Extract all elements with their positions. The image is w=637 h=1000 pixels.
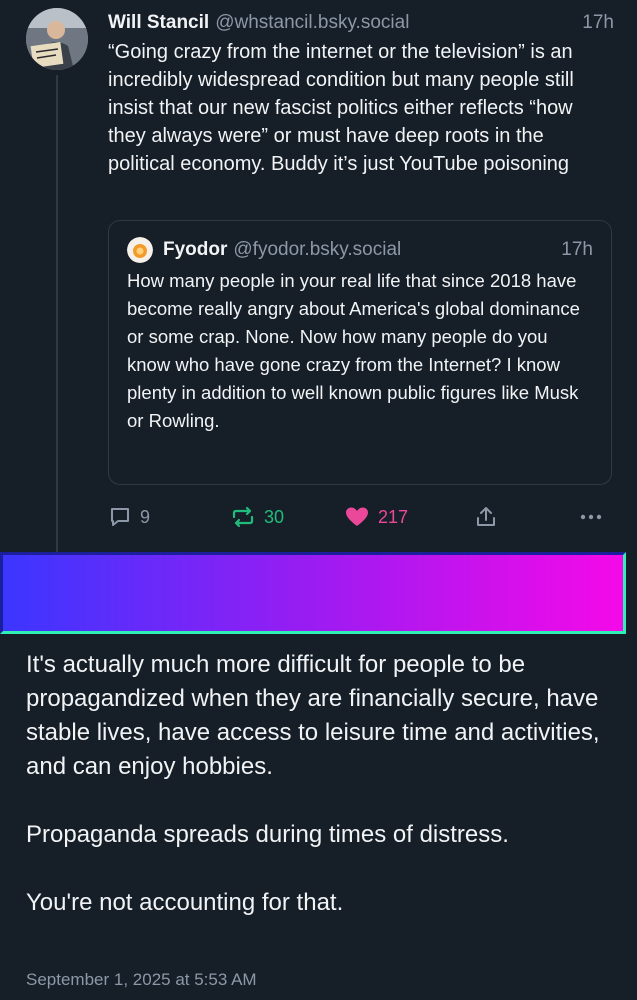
share-icon [477,507,495,526]
quote-avatar [127,237,153,263]
quote-time: 17h [561,239,593,260]
post[interactable]: Will Stancil @whstancil.bsky.social 17h … [108,10,614,178]
like-button[interactable]: 217 [344,500,408,534]
avatar[interactable] [26,8,88,70]
post-time: 17h [582,12,614,33]
thread-connector-line [56,75,58,553]
quote-header: Fyodor @fyodor.bsky.social 17h [127,237,593,263]
quote-text: How many people in your real life that s… [127,270,580,431]
more-options-button[interactable] [578,500,604,534]
post-actions: 9 30 217 [108,500,608,534]
like-count: 217 [378,506,409,527]
more-icon [580,514,602,520]
author-name[interactable]: Will Stancil [108,10,209,36]
reply-post-text: It's actually much more difficult for pe… [26,648,621,954]
reply-timestamp: September 1, 2025 at 5:53 AM [26,970,257,989]
reply-count: 9 [140,506,151,527]
author-handle[interactable]: @whstancil.bsky.social [215,10,409,36]
quote-author-name[interactable]: Fyodor [163,237,227,263]
share-button[interactable] [474,500,498,534]
reply-button[interactable]: 9 [108,500,150,534]
repost-icon [232,506,254,528]
avatar-photo [26,8,88,70]
reply-icon [111,508,129,526]
reply-paragraph: Propaganda spreads during times of distr… [26,821,509,848]
repost-button[interactable]: 30 [230,500,284,534]
gradient-banner [0,552,626,634]
reply-paragraph: It's actually much more difficult for pe… [26,651,600,780]
heart-icon [346,507,368,526]
post-header: Will Stancil @whstancil.bsky.social 17h [108,10,614,36]
repost-count: 30 [264,506,285,527]
quoted-post[interactable]: Fyodor @fyodor.bsky.social 17h How many … [108,220,612,485]
quote-author-handle[interactable]: @fyodor.bsky.social [233,237,401,263]
post-text: “Going crazy from the internet or the te… [108,41,580,175]
reply-paragraph: You're not accounting for that. [26,889,344,916]
